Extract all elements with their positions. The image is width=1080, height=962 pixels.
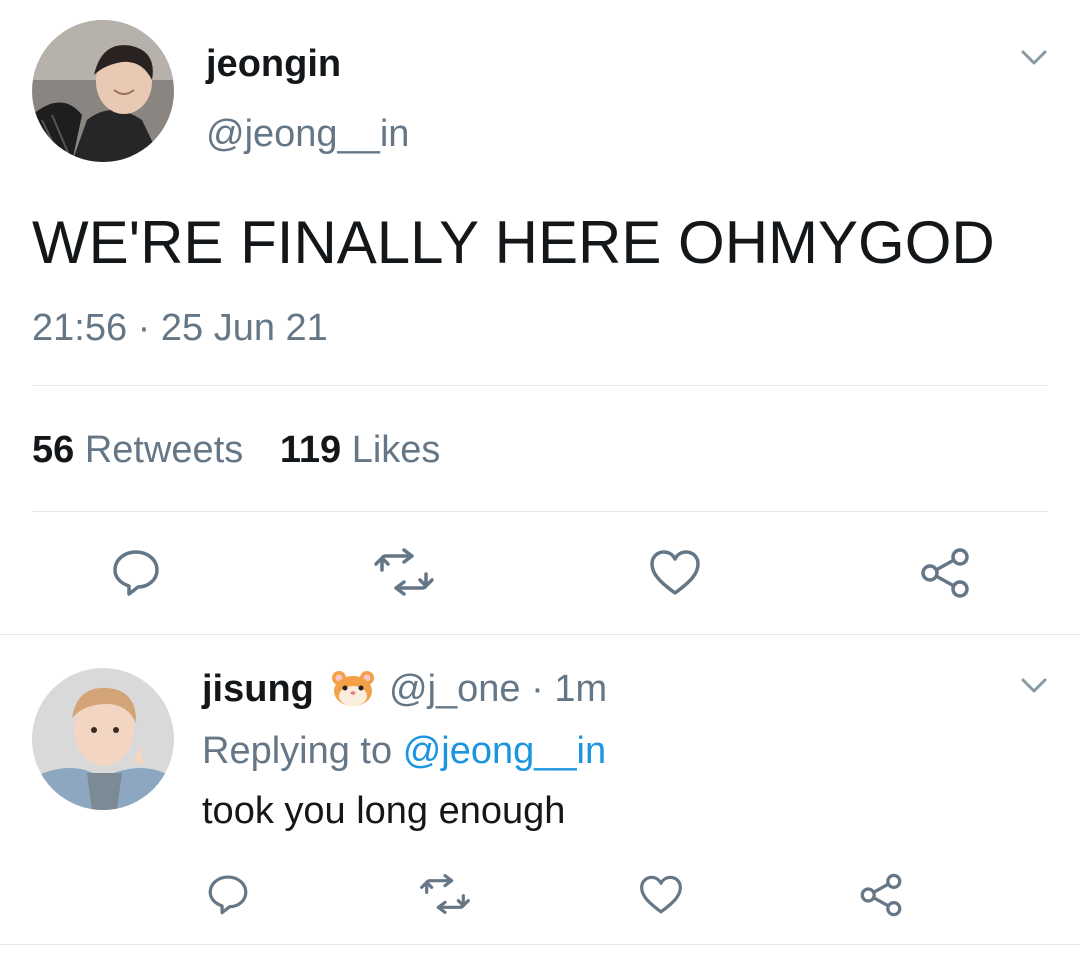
reply-icon[interactable] bbox=[206, 872, 250, 916]
divider bbox=[0, 634, 1080, 635]
separator: · bbox=[531, 668, 544, 710]
tweet-text: WE'RE FINALLY HERE OHMYGOD bbox=[32, 209, 995, 276]
reply-header: jisung @j_one · 1m bbox=[202, 664, 607, 720]
retweet-count: 56 bbox=[32, 429, 75, 471]
like-count: 119 bbox=[279, 429, 342, 471]
like-label: Likes bbox=[351, 429, 441, 471]
share-icon[interactable] bbox=[858, 872, 904, 918]
heart-icon[interactable] bbox=[638, 874, 684, 916]
display-name[interactable]: jeongin bbox=[206, 40, 341, 88]
replying-to: Replying to @jeong__in bbox=[202, 726, 606, 776]
replying-prefix: Replying to bbox=[202, 730, 393, 772]
reply-display-name[interactable]: jisung bbox=[202, 668, 314, 710]
hamster-emoji bbox=[330, 669, 376, 720]
replying-to-link[interactable]: @jeong__in bbox=[403, 730, 606, 772]
retweet-icon[interactable] bbox=[418, 874, 472, 914]
reply-text: took you long enough bbox=[202, 790, 566, 832]
heart-icon[interactable] bbox=[648, 548, 702, 598]
avatar-jisung[interactable] bbox=[32, 668, 174, 810]
divider bbox=[32, 385, 1048, 386]
divider bbox=[0, 944, 1080, 945]
retweet-stat[interactable]: 56 Retweets bbox=[32, 429, 254, 471]
retweet-label: Retweets bbox=[84, 429, 244, 471]
chevron-down-icon[interactable] bbox=[1018, 46, 1050, 70]
retweet-icon[interactable] bbox=[372, 548, 436, 596]
stats-row: 56 Retweets 119 Likes bbox=[32, 426, 440, 474]
divider bbox=[32, 511, 1048, 512]
share-icon[interactable] bbox=[918, 546, 972, 600]
avatar-jeongin[interactable] bbox=[32, 20, 174, 162]
chevron-down-icon[interactable] bbox=[1018, 674, 1050, 698]
reply-handle[interactable]: @j_one bbox=[389, 668, 521, 710]
timestamp[interactable]: 21:56 · 25 Jun 21 bbox=[32, 305, 328, 351]
reply-time[interactable]: 1m bbox=[554, 668, 607, 710]
handle[interactable]: @jeong__in bbox=[206, 110, 409, 158]
reply-icon[interactable] bbox=[110, 546, 162, 598]
like-stat[interactable]: 119 Likes bbox=[280, 429, 441, 471]
